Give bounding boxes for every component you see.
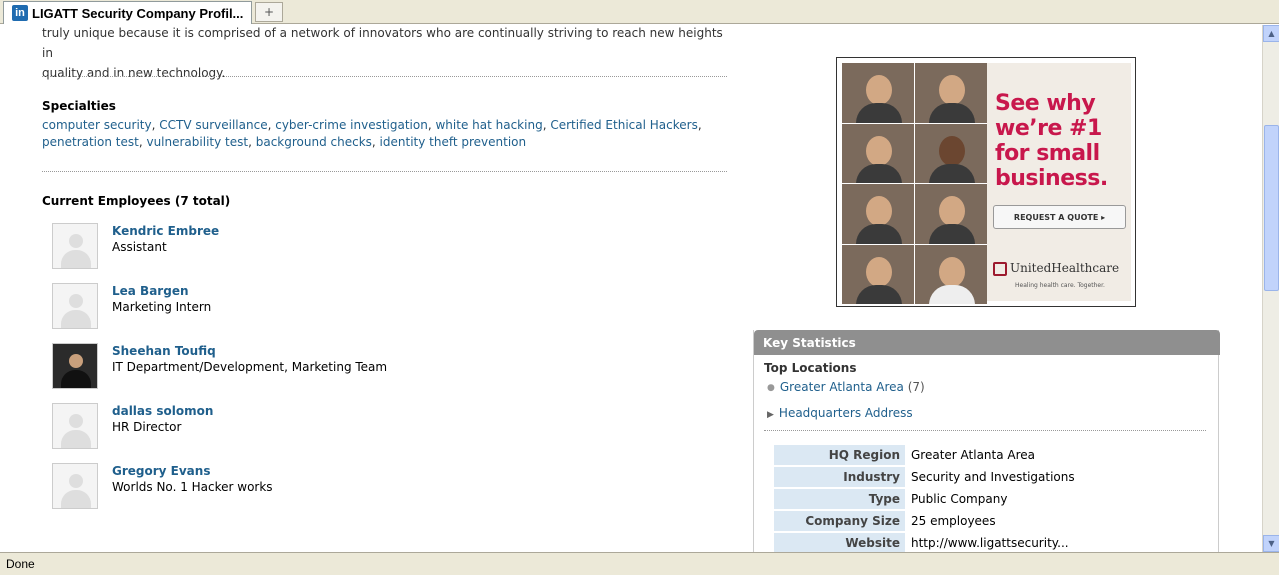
stats-row: Company Size 25 employees bbox=[774, 511, 1075, 531]
ad-photo bbox=[915, 244, 987, 304]
status-bar: Done bbox=[0, 552, 1279, 575]
stats-row: HQ Region Greater Atlanta Area bbox=[774, 445, 1075, 465]
ad-photo bbox=[842, 123, 914, 183]
stats-row: Website http://www.ligattsecurity... bbox=[774, 533, 1075, 552]
stats-value: 25 employees bbox=[911, 514, 996, 528]
employee-title: IT Department/Development, Marketing Tea… bbox=[112, 360, 388, 374]
specialty-link[interactable]: CCTV surveillance bbox=[159, 118, 267, 132]
browser-tab[interactable]: in LIGATT Security Company Profil... bbox=[3, 1, 252, 24]
employee-name-link[interactable]: Lea Bargen bbox=[112, 284, 189, 298]
industry-link[interactable]: Security and Investigations bbox=[905, 467, 1075, 487]
employee-name-link[interactable]: Kendric Embree bbox=[112, 224, 219, 238]
location-count: (7) bbox=[907, 380, 925, 394]
ad-photo bbox=[915, 184, 987, 244]
ad-photo bbox=[842, 244, 914, 304]
request-quote-button[interactable]: REQUEST A QUOTE ▸ bbox=[993, 205, 1126, 229]
stats-row: Industry Security and Investigations bbox=[774, 467, 1075, 487]
new-tab-button[interactable]: + bbox=[255, 2, 283, 22]
tab-bar: in LIGATT Security Company Profil... + bbox=[0, 0, 1279, 24]
employee-row: Lea Bargen Marketing Intern bbox=[52, 283, 552, 331]
employee-name-link[interactable]: Sheehan Toufiq bbox=[112, 344, 216, 358]
bullet-icon: ● bbox=[767, 382, 775, 393]
employee-row: Gregory Evans Worlds No. 1 Hacker works bbox=[52, 463, 552, 511]
website-link[interactable]: http://www.ligattsecurity... bbox=[905, 533, 1075, 552]
tab-title: LIGATT Security Company Profil... bbox=[32, 5, 244, 21]
employee-row: dallas solomon HR Director bbox=[52, 403, 552, 451]
unitedhealthcare-logo-icon bbox=[993, 261, 1007, 276]
stats-label: HQ Region bbox=[774, 445, 905, 465]
employee-title: Worlds No. 1 Hacker works bbox=[112, 480, 273, 494]
ad-headline: See why we’re #1 for small business. bbox=[995, 91, 1108, 191]
specialty-link[interactable]: computer security bbox=[42, 118, 152, 132]
specialty-link[interactable]: cyber-crime investigation bbox=[275, 118, 428, 132]
employee-row: Sheehan Toufiq IT Department/Development… bbox=[52, 343, 552, 391]
ad-tagline: Healing health care. Together. bbox=[1015, 282, 1105, 289]
headquarters-toggle[interactable]: ▶ Headquarters Address bbox=[767, 406, 913, 420]
ad-photo bbox=[842, 184, 914, 244]
divider bbox=[42, 76, 727, 77]
advertisement[interactable]: See why we’re #1 for small business. REQ… bbox=[836, 57, 1136, 307]
ad-photo bbox=[915, 63, 987, 123]
employees-title: Current Employees (7 total) bbox=[42, 194, 231, 208]
top-location-item: ● Greater Atlanta Area (7) bbox=[767, 380, 925, 394]
divider bbox=[42, 171, 727, 172]
company-description: truly unique because it is comprised of … bbox=[42, 25, 732, 83]
status-text: Done bbox=[6, 557, 35, 571]
headquarters-address-link[interactable]: Headquarters Address bbox=[779, 406, 913, 420]
top-locations-label: Top Locations bbox=[764, 361, 857, 375]
stats-value: Public Company bbox=[911, 492, 1008, 506]
employee-row: Kendric Embree Assistant bbox=[52, 223, 552, 271]
employee-title: Assistant bbox=[112, 240, 167, 254]
avatar-photo[interactable] bbox=[52, 343, 98, 389]
ad-photo-grid bbox=[842, 63, 987, 304]
stats-value: Greater Atlanta Area bbox=[911, 448, 1036, 462]
employee-name-link[interactable]: Gregory Evans bbox=[112, 464, 210, 478]
employee-title: Marketing Intern bbox=[112, 300, 212, 314]
key-statistics-panel: Key Statistics Top Locations ● Greater At… bbox=[753, 330, 1220, 552]
specialty-link[interactable]: penetration test bbox=[42, 135, 139, 149]
page-content: truly unique because it is comprised of … bbox=[0, 25, 1262, 552]
scrollbar-thumb[interactable] bbox=[1264, 125, 1279, 291]
stats-table: HQ Region Greater Atlanta Area Industry … bbox=[774, 443, 1075, 552]
stats-label: Type bbox=[774, 489, 905, 509]
employee-title: HR Director bbox=[112, 420, 182, 434]
description-line: truly unique because it is comprised of … bbox=[42, 26, 723, 60]
triangle-right-icon: ▶ bbox=[767, 410, 774, 420]
linkedin-icon: in bbox=[12, 5, 28, 21]
location-link[interactable]: Greater Atlanta Area bbox=[780, 380, 904, 394]
specialties-list: computer security, CCTV surveillance, cy… bbox=[42, 118, 702, 149]
specialties-title: Specialties bbox=[42, 99, 116, 113]
specialty-link[interactable]: white hat hacking bbox=[435, 118, 542, 132]
avatar-placeholder-icon[interactable] bbox=[52, 403, 98, 449]
scroll-up-icon[interactable]: ▲ bbox=[1263, 25, 1279, 42]
key-statistics-header: Key Statistics bbox=[754, 330, 1220, 355]
description-line: quality and in new technology. bbox=[42, 66, 226, 80]
stats-label: Website bbox=[774, 533, 905, 552]
specialty-link[interactable]: identity theft prevention bbox=[380, 135, 527, 149]
divider bbox=[764, 430, 1206, 431]
ad-brand-logo: UnitedHealthcare bbox=[993, 261, 1127, 276]
stats-label: Company Size bbox=[774, 511, 905, 531]
ad-copy: See why we’re #1 for small business. REQ… bbox=[987, 63, 1131, 301]
avatar-placeholder-icon[interactable] bbox=[52, 223, 98, 269]
avatar-placeholder-icon[interactable] bbox=[52, 463, 98, 509]
vertical-scrollbar[interactable]: ▲ ▼ bbox=[1262, 25, 1279, 552]
specialty-link[interactable]: vulnerability test bbox=[146, 135, 248, 149]
ad-photo bbox=[842, 63, 914, 123]
specialty-link[interactable]: background checks bbox=[256, 135, 372, 149]
scroll-down-icon[interactable]: ▼ bbox=[1263, 535, 1279, 552]
specialty-link[interactable]: Certified Ethical Hackers bbox=[550, 118, 698, 132]
ad-photo bbox=[915, 123, 987, 183]
avatar-placeholder-icon[interactable] bbox=[52, 283, 98, 329]
stats-row: Type Public Company bbox=[774, 489, 1075, 509]
stats-label: Industry bbox=[774, 467, 905, 487]
employee-name-link[interactable]: dallas solomon bbox=[112, 404, 213, 418]
